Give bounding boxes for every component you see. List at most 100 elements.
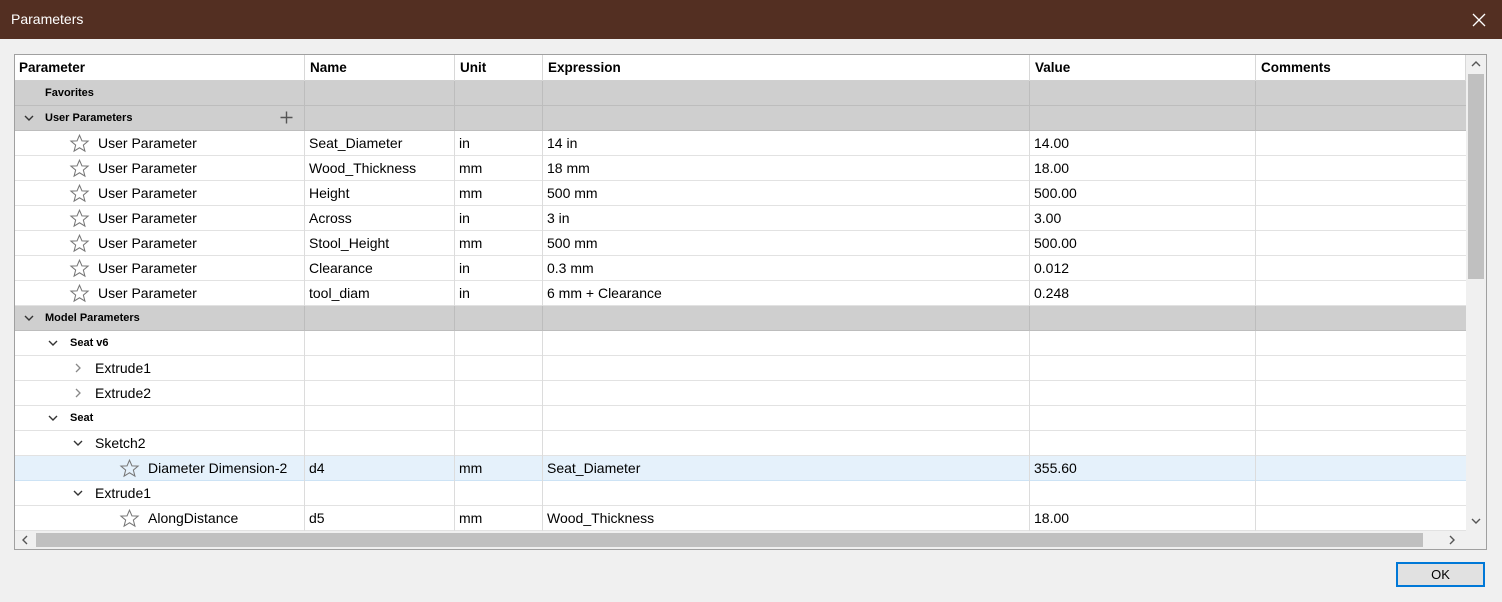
parameter-type: User Parameter [98, 135, 197, 151]
parameter-type: AlongDistance [148, 510, 239, 526]
parameter-name[interactable]: d4 [305, 456, 455, 481]
parameter-value: 500.00 [1030, 231, 1256, 256]
chevron-down-icon[interactable] [47, 412, 59, 424]
parameter-comment[interactable] [1256, 506, 1466, 531]
parameter-expression[interactable]: 3 in [543, 206, 1030, 231]
horizontal-scrollbar[interactable] [15, 531, 1486, 549]
vertical-scrollbar[interactable] [1466, 55, 1486, 532]
chevron-down-icon[interactable] [72, 487, 84, 499]
parameter-unit[interactable]: in [455, 281, 543, 306]
parameter-name[interactable]: Stool_Height [305, 231, 455, 256]
star-icon[interactable] [119, 508, 140, 529]
parameter-expression[interactable]: 500 mm [543, 181, 1030, 206]
parameter-unit[interactable]: mm [455, 156, 543, 181]
tree-node-label: Seat [70, 412, 94, 424]
parameter-comment[interactable] [1256, 181, 1466, 206]
title-bar: Parameters [0, 0, 1502, 39]
star-icon[interactable] [69, 208, 90, 229]
table-row[interactable]: User Parameter Wood_Thickness mm 18 mm 1… [15, 156, 1466, 181]
column-header-comments[interactable]: Comments [1256, 55, 1466, 81]
parameter-comment[interactable] [1256, 456, 1466, 481]
parameter-comment[interactable] [1256, 231, 1466, 256]
chevron-down-icon[interactable] [72, 437, 84, 449]
tree-node-seat-v6[interactable]: Seat v6 [15, 331, 1466, 356]
star-icon[interactable] [69, 133, 90, 154]
parameter-name[interactable]: Clearance [305, 256, 455, 281]
parameter-name[interactable]: Height [305, 181, 455, 206]
tree-node-extrude1-seat[interactable]: Extrude1 [15, 481, 1466, 506]
parameter-expression[interactable]: 6 mm + Clearance [543, 281, 1030, 306]
group-row-user-parameters[interactable]: User Parameters [15, 106, 1466, 131]
parameter-unit[interactable]: mm [455, 506, 543, 531]
tree-node-extrude1[interactable]: Extrude1 [15, 356, 1466, 381]
parameter-comment[interactable] [1256, 256, 1466, 281]
parameter-name[interactable]: Wood_Thickness [305, 156, 455, 181]
group-row-model-parameters[interactable]: Model Parameters [15, 306, 1466, 331]
chevron-down-icon[interactable] [23, 112, 35, 124]
parameter-expression[interactable]: 0.3 mm [543, 256, 1030, 281]
parameter-expression[interactable]: 14 in [543, 131, 1030, 156]
parameter-comment[interactable] [1256, 131, 1466, 156]
scroll-down-button[interactable] [1466, 512, 1486, 530]
tree-node-seat[interactable]: Seat [15, 406, 1466, 431]
close-button[interactable] [1456, 0, 1502, 39]
scroll-right-button[interactable] [1442, 531, 1462, 549]
column-header-value[interactable]: Value [1030, 55, 1256, 81]
parameter-comment[interactable] [1256, 156, 1466, 181]
group-row-favorites[interactable]: Favorites [15, 81, 1466, 106]
parameter-type: Diameter Dimension-2 [148, 460, 288, 476]
horizontal-scroll-thumb[interactable] [36, 533, 1423, 547]
tree-node-extrude2[interactable]: Extrude2 [15, 381, 1466, 406]
column-header-parameter[interactable]: Parameter [15, 55, 305, 81]
parameter-comment[interactable] [1256, 206, 1466, 231]
table-row-selected[interactable]: Diameter Dimension-2 d4 mm Seat_Diameter… [15, 456, 1466, 481]
chevron-right-icon[interactable] [72, 362, 84, 374]
parameter-unit[interactable]: in [455, 131, 543, 156]
tree-node-sketch2[interactable]: Sketch2 [15, 431, 1466, 456]
ok-button[interactable]: OK [1396, 562, 1485, 587]
parameter-value: 0.248 [1030, 281, 1256, 306]
parameter-comment[interactable] [1256, 281, 1466, 306]
star-icon[interactable] [69, 258, 90, 279]
parameter-unit[interactable]: mm [455, 181, 543, 206]
star-icon[interactable] [69, 158, 90, 179]
parameter-unit[interactable]: mm [455, 231, 543, 256]
table-row[interactable]: User Parameter Stool_Height mm 500 mm 50… [15, 231, 1466, 256]
parameter-expression[interactable]: 18 mm [543, 156, 1030, 181]
scroll-up-button[interactable] [1466, 55, 1486, 73]
vertical-scroll-thumb[interactable] [1468, 74, 1484, 279]
parameter-name[interactable]: tool_diam [305, 281, 455, 306]
table-row[interactable]: AlongDistance d5 mm Wood_Thickness 18.00 [15, 506, 1466, 531]
parameter-expression[interactable]: 500 mm [543, 231, 1030, 256]
column-header-expression[interactable]: Expression [543, 55, 1030, 81]
parameter-expression[interactable]: Seat_Diameter [543, 456, 1030, 481]
table-row[interactable]: User Parameter Clearance in 0.3 mm 0.012 [15, 256, 1466, 281]
add-icon[interactable] [279, 110, 294, 125]
star-icon[interactable] [69, 233, 90, 254]
parameter-unit[interactable]: mm [455, 456, 543, 481]
chevron-right-icon[interactable] [72, 387, 84, 399]
chevron-up-icon [1471, 61, 1481, 67]
group-label: Favorites [45, 87, 94, 99]
star-icon[interactable] [119, 458, 140, 479]
column-header-name[interactable]: Name [305, 55, 455, 81]
table-row[interactable]: User Parameter Height mm 500 mm 500.00 [15, 181, 1466, 206]
chevron-down-icon[interactable] [23, 312, 35, 324]
parameter-expression[interactable]: Wood_Thickness [543, 506, 1030, 531]
window-title: Parameters [11, 11, 84, 27]
parameter-unit[interactable]: in [455, 256, 543, 281]
table-row[interactable]: User Parameter tool_diam in 6 mm + Clear… [15, 281, 1466, 306]
table-row[interactable]: User Parameter Across in 3 in 3.00 [15, 206, 1466, 231]
star-icon[interactable] [69, 283, 90, 304]
column-header-unit[interactable]: Unit [455, 55, 543, 81]
star-icon[interactable] [69, 183, 90, 204]
parameter-name[interactable]: Across [305, 206, 455, 231]
parameter-unit[interactable]: in [455, 206, 543, 231]
parameter-name[interactable]: d5 [305, 506, 455, 531]
chevron-down-icon[interactable] [47, 337, 59, 349]
parameter-name[interactable]: Seat_Diameter [305, 131, 455, 156]
group-label: Model Parameters [45, 312, 140, 324]
scroll-left-button[interactable] [15, 531, 35, 549]
grid-header: Parameter Name Unit Expression Value Com… [15, 55, 1466, 81]
table-row[interactable]: User Parameter Seat_Diameter in 14 in 14… [15, 131, 1466, 156]
